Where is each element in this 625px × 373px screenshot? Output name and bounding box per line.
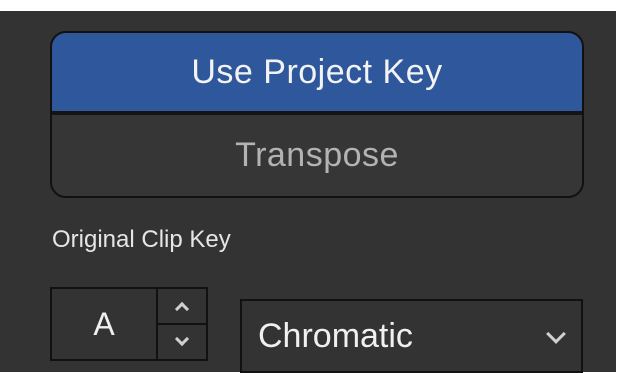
key-decrement-button[interactable] bbox=[158, 324, 206, 359]
chevron-down-icon bbox=[174, 331, 190, 346]
use-project-key-button[interactable]: Use Project Key bbox=[52, 33, 582, 115]
key-stepper: A bbox=[50, 287, 208, 361]
original-clip-key-label: Original Clip Key bbox=[52, 226, 231, 253]
scale-dropdown[interactable]: Chromatic bbox=[240, 299, 583, 373]
chevron-up-icon bbox=[174, 301, 190, 317]
key-stepper-buttons bbox=[156, 289, 206, 359]
clip-key-panel: Use Project Key Transpose Original Clip … bbox=[0, 11, 616, 373]
transpose-button[interactable]: Transpose bbox=[52, 115, 582, 196]
chevron-down-icon bbox=[546, 324, 566, 344]
scale-dropdown-value: Chromatic bbox=[258, 316, 413, 355]
key-increment-button[interactable] bbox=[158, 289, 206, 325]
key-value-field[interactable]: A bbox=[52, 289, 156, 359]
key-mode-segmented-control: Use Project Key Transpose bbox=[50, 31, 584, 198]
